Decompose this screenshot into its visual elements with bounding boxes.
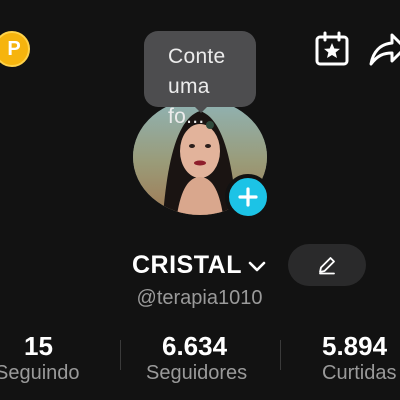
profile-name: CRISTAL	[132, 251, 242, 279]
bubble-tail	[193, 105, 209, 113]
pencil-icon	[319, 257, 335, 275]
following-count[interactable]: 15	[24, 331, 53, 362]
favorites-icon[interactable]	[313, 30, 351, 68]
add-profile-photo-button[interactable]	[225, 174, 271, 220]
followers-count[interactable]: 6.634	[162, 331, 227, 362]
stats-divider	[280, 340, 281, 370]
following-label: Seguindo	[0, 362, 80, 384]
chevron-down-icon	[248, 261, 266, 271]
edit-profile-button[interactable]	[288, 244, 366, 286]
stats-divider	[120, 340, 121, 370]
bubble-line-2: uma fo...	[168, 75, 210, 128]
plus-icon	[238, 187, 258, 207]
profile-handle: @terapia1010	[0, 287, 400, 310]
likes-count[interactable]: 5.894	[322, 331, 387, 362]
coin-icon[interactable]: P	[0, 31, 30, 67]
status-bubble[interactable]: Conte uma fo...	[144, 31, 256, 128]
bubble-line-1: Conte	[168, 45, 226, 68]
handle-text: @terapia1010	[136, 287, 263, 309]
coin-glyph: P	[7, 37, 21, 60]
account-switcher[interactable]: CRISTAL	[132, 251, 268, 280]
likes-label: Curtidas	[322, 362, 397, 384]
followers-label: Seguidores	[146, 362, 248, 384]
share-icon[interactable]	[368, 30, 400, 68]
